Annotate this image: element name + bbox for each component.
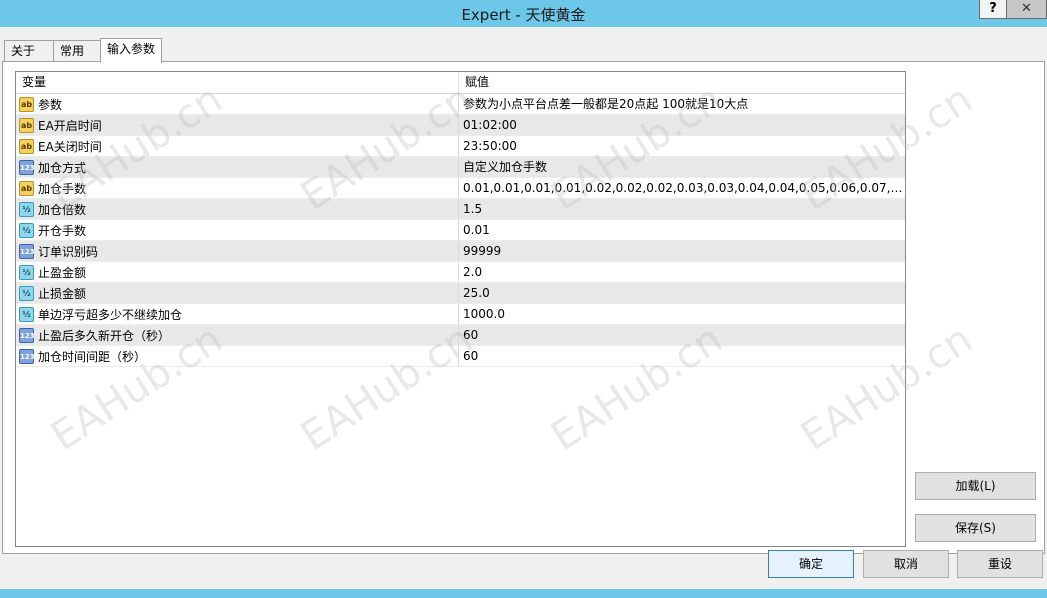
table-row[interactable]: ab 参数 参数为小点平台点差一般都是20点起 100就是10大点 [16,94,905,115]
header-variable[interactable]: 变量 [16,72,459,93]
value-cell[interactable]: 自定义加仓手数 [459,157,905,177]
variable-cell[interactable]: ½ 开仓手数 [16,220,459,240]
tab-common[interactable]: 常用 [53,40,101,62]
variable-cell[interactable]: 123 止盈后多久新开仓（秒） [16,325,459,345]
variable-cell[interactable]: ab EA开启时间 [16,115,459,135]
tab-inputs[interactable]: 输入参数 [100,38,162,63]
variable-name: 加仓时间间距（秒） [38,349,147,364]
variable-cell[interactable]: 123 订单识别码 [16,241,459,261]
title-bar: Expert - 天使黄金 ? ✕ [0,0,1047,27]
table-row[interactable]: 123 订单识别码 99999 [16,241,905,262]
table-row[interactable]: ½ 加仓倍数 1.5 [16,199,905,220]
variable-name: 加仓倍数 [38,202,87,217]
variable-name: 开仓手数 [38,223,87,238]
table-row[interactable]: ½ 止损金额 25.0 [16,283,905,304]
ok-button[interactable]: 确定 [768,550,854,578]
parameter-grid: 变量 赋值 ab 参数 参数为小点平台点差一般都是20点起 100就是10大点 ab E… [15,71,906,547]
variable-name: 加仓方式 [38,160,87,175]
string-type-icon: ab [19,180,34,196]
table-row[interactable]: 123 加仓方式 自定义加仓手数 [16,157,905,178]
value-cell[interactable]: 01:02:00 [459,115,905,135]
grid-body: ab 参数 参数为小点平台点差一般都是20点起 100就是10大点 ab EA开启时间 0… [16,94,905,367]
variable-name: 订单识别码 [38,244,99,259]
double-type-icon: ½ [19,264,34,280]
integer-type-icon: 123 [19,348,35,364]
value-cell[interactable]: 25.0 [459,283,905,303]
double-type-icon: ½ [19,222,34,238]
window-title: Expert - 天使黄金 [461,6,586,24]
variable-cell[interactable]: 123 加仓时间间距（秒） [16,346,459,366]
variable-name: 止盈金额 [38,265,87,280]
table-row[interactable]: ½ 开仓手数 0.01 [16,220,905,241]
variable-name: 参数 [38,97,63,112]
integer-type-icon: 123 [19,159,35,175]
variable-name: 单边浮亏超多少不继续加仓 [38,307,183,322]
value-cell[interactable]: 1000.0 [459,304,905,324]
table-row[interactable]: ½ 单边浮亏超多少不继续加仓 1000.0 [16,304,905,325]
variable-cell[interactable]: ½ 止损金额 [16,283,459,303]
variable-name: 止盈后多久新开仓（秒） [38,328,171,343]
value-cell[interactable]: 23:50:00 [459,136,905,156]
value-cell[interactable]: 60 [459,346,905,366]
variable-name: 加仓手数 [38,181,87,196]
reset-button[interactable]: 重设 [957,550,1043,578]
table-row[interactable]: ½ 止盈金额 2.0 [16,262,905,283]
variable-cell[interactable]: ½ 单边浮亏超多少不继续加仓 [16,304,459,324]
value-cell[interactable]: 99999 [459,241,905,261]
value-cell[interactable]: 1.5 [459,199,905,219]
close-button[interactable]: ✕ [1007,0,1047,19]
string-type-icon: ab [19,117,34,133]
table-row[interactable]: 123 加仓时间间距（秒） 60 [16,346,905,367]
string-type-icon: ab [19,138,34,154]
table-row[interactable]: ab 加仓手数 0.01,0.01,0.01,0.01,0.02,0.02,0.02… [16,178,905,199]
value-cell[interactable]: 参数为小点平台点差一般都是20点起 100就是10大点 [459,94,905,114]
header-value[interactable]: 赋值 [459,72,905,93]
variable-cell[interactable]: ½ 止盈金额 [16,262,459,282]
value-cell[interactable]: 2.0 [459,262,905,282]
value-cell[interactable]: 0.01 [459,220,905,240]
help-button[interactable]: ? [979,0,1007,19]
variable-name: 止损金额 [38,286,87,301]
double-type-icon: ½ [19,201,34,217]
value-cell[interactable]: 0.01,0.01,0.01,0.01,0.02,0.02,0.02,0.03,… [459,178,905,198]
grid-header: 变量 赋值 [16,72,905,94]
variable-cell[interactable]: ½ 加仓倍数 [16,199,459,219]
load-button[interactable]: 加载(L) [915,472,1036,500]
double-type-icon: ½ [19,285,34,301]
integer-type-icon: 123 [19,327,35,343]
tab-about[interactable]: 关于 [4,40,54,62]
variable-name: EA开启时间 [38,118,102,133]
table-row[interactable]: ab EA开启时间 01:02:00 [16,115,905,136]
string-type-icon: ab [19,96,34,112]
value-cell[interactable]: 60 [459,325,905,345]
integer-type-icon: 123 [19,243,35,259]
cancel-button[interactable]: 取消 [863,550,949,578]
bottom-border [0,589,1047,598]
table-row[interactable]: ab EA关闭时间 23:50:00 [16,136,905,157]
variable-cell[interactable]: 123 加仓方式 [16,157,459,177]
variable-name: EA关闭时间 [38,139,102,154]
variable-cell[interactable]: ab 参数 [16,94,459,114]
variable-cell[interactable]: ab EA关闭时间 [16,136,459,156]
save-button[interactable]: 保存(S) [915,514,1036,542]
double-type-icon: ½ [19,306,34,322]
variable-cell[interactable]: ab 加仓手数 [16,178,459,198]
table-row[interactable]: 123 止盈后多久新开仓（秒） 60 [16,325,905,346]
